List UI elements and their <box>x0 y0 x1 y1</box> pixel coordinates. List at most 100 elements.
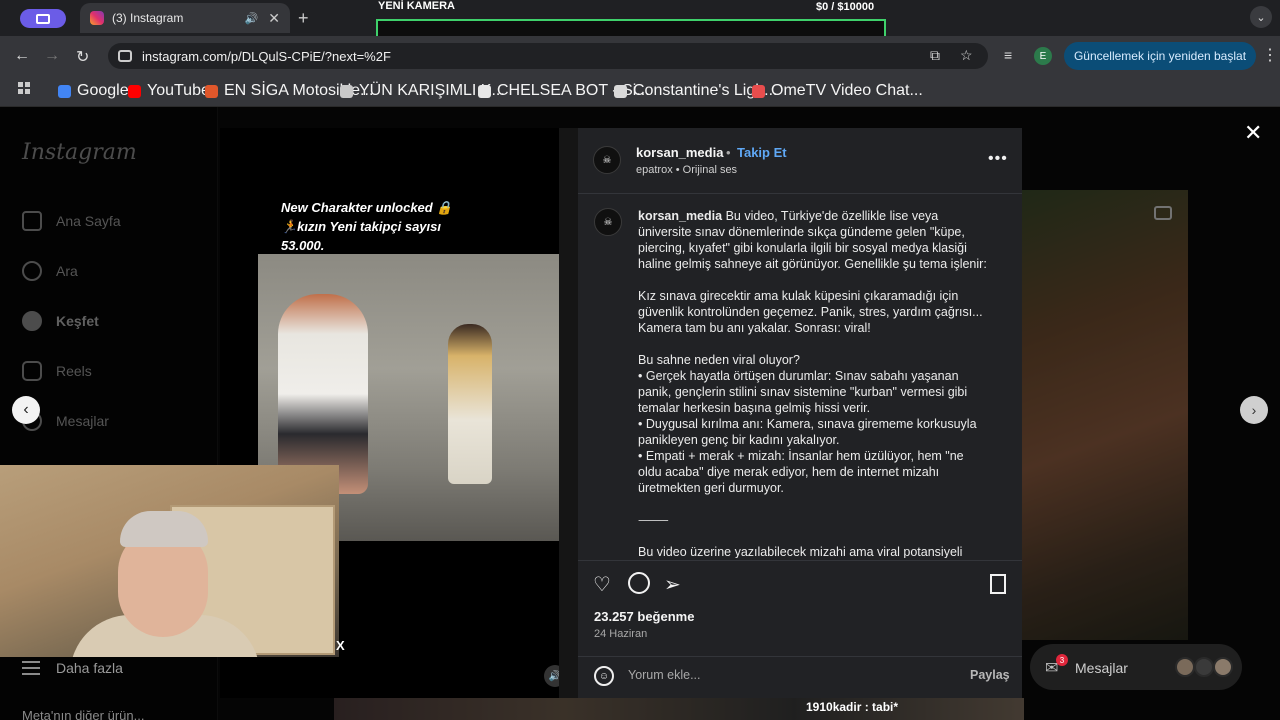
follow-button[interactable]: Takip Et <box>737 145 787 160</box>
comment-icon[interactable] <box>628 572 650 594</box>
apps-grid-icon[interactable] <box>18 82 30 94</box>
bookmark-item[interactable]: OmeTV Video Chat... <box>752 82 923 100</box>
profile-switcher[interactable] <box>20 9 66 28</box>
author-avatar[interactable]: ☠ <box>593 146 621 174</box>
window-icon <box>36 13 50 24</box>
share-send-icon[interactable]: ➢ <box>664 572 681 597</box>
caption-line: oldu acaba" diye merak ediyor, hem de in… <box>638 465 940 479</box>
caption-paragraph: Bu sahne neden viral oluyor? • Gerçek hay… <box>638 352 1000 496</box>
bookmark-item[interactable]: Google <box>58 82 129 100</box>
caption-username[interactable]: korsan_media <box>638 209 722 223</box>
avatar <box>1175 657 1195 677</box>
post-comment-button[interactable]: Paylaş <box>970 668 1010 682</box>
previous-post-button[interactable]: ‹ <box>12 396 40 424</box>
video-caption-line: 🏃kızın Yeni takipçi sayısı <box>281 219 441 234</box>
caption-line: korsan_media Bu video, Türkiye'de özelli… <box>638 208 1000 224</box>
like-heart-icon[interactable]: ♡ <box>593 572 611 597</box>
reading-list-icon[interactable]: ≡ <box>1004 47 1012 63</box>
caption-author-avatar[interactable]: ☠ <box>594 208 622 236</box>
bookmark-favicon-icon <box>340 84 353 98</box>
post-header <box>578 128 1022 194</box>
new-tab-button[interactable]: + <box>298 8 309 29</box>
install-app-icon[interactable]: ⧉ <box>930 47 940 64</box>
close-modal-icon[interactable]: ✕ <box>1244 120 1262 146</box>
chat-overlay-message: 1910kadir : tabi* <box>806 700 899 714</box>
messages-label: Mesajlar <box>1075 660 1128 676</box>
more-options-icon[interactable]: ••• <box>988 150 1008 168</box>
video-person <box>278 294 368 494</box>
bookmark-favicon-icon <box>128 84 141 98</box>
caption-paragraph: korsan_media Bu video, Türkiye'de özelli… <box>638 208 1000 272</box>
post-divider <box>559 128 578 698</box>
caption-paragraph: ⸻ <box>638 512 1000 528</box>
browser-menu-icon[interactable]: ⋮ <box>1262 45 1278 65</box>
post-date: 24 Haziran <box>594 628 648 640</box>
caption-line: • Gerçek hayatla örtüşen durumlar: Sınav… <box>638 369 959 383</box>
webcam-close-icon: X <box>336 638 345 653</box>
webcam-person <box>120 511 208 547</box>
reload-icon[interactable]: ↻ <box>76 47 89 67</box>
caption-paragraph: Bu video üzerine yazılabilecek mizahi am… <box>638 544 1000 558</box>
caption-line: güvenlik kontrolünden geçemez. Panik, st… <box>638 305 983 319</box>
like-count[interactable]: 23.257 beğenme <box>594 609 694 624</box>
instagram-favicon-icon <box>90 11 104 25</box>
bookmark-label: OmeTV Video Chat... <box>771 82 923 99</box>
caption-line: haline gelmiş sahneye ait görünüyor. Gen… <box>638 257 987 271</box>
caption-line: Kamera tam bu anı yakalar. Sonrası: vira… <box>638 321 871 335</box>
bookmark-favicon-icon <box>478 84 491 98</box>
webcam-overlay <box>0 465 339 657</box>
caption-line: panik, gençlerin stilini sınav sistemine… <box>638 385 968 399</box>
video-caption-line: New Charakter unlocked 🔒 <box>281 200 453 215</box>
caption-line: ⸻ <box>638 513 669 527</box>
caption-text: Bu video, Türkiye'de özellikle lise veya <box>725 209 939 223</box>
tab-title: (3) Instagram <box>112 11 184 25</box>
caption-line: üniversite sınav dönemlerinde sıkça günd… <box>638 225 965 239</box>
bookmark-label: YouTube <box>147 82 210 99</box>
bookmark-favicon-icon <box>614 84 627 98</box>
sidebar-item-meta[interactable]: Meta'nın diğer ürün... <box>22 708 144 720</box>
next-post-button[interactable]: › <box>1240 396 1268 424</box>
bookmark-label: Google <box>77 82 129 99</box>
video-person <box>448 324 492 484</box>
avatar <box>1213 657 1233 677</box>
close-tab-icon[interactable]: ✕ <box>268 10 280 27</box>
save-bookmark-icon[interactable] <box>990 574 1006 594</box>
address-bar[interactable]: instagram.com/p/DLQulS-CPiE/?next=%2F <box>108 43 988 69</box>
comment-input[interactable] <box>628 668 948 682</box>
update-restart-button[interactable]: Güncellemek için yeniden başlat <box>1064 42 1256 70</box>
forward-arrow-icon[interactable]: → <box>44 47 60 65</box>
caption-paragraph: Kız sınava girecektir ama kulak küpesini… <box>638 288 1000 336</box>
tab-search-button[interactable]: ⌄ <box>1250 6 1272 28</box>
bookmark-favicon-icon <box>752 84 765 98</box>
post-caption: korsan_media Bu video, Türkiye'de özelli… <box>638 208 1000 558</box>
stream-overlay-money: $0 / $10000 <box>816 1 875 13</box>
caption-line: üretmekten geri durmuyor. <box>638 481 784 495</box>
bookmark-favicon-icon <box>58 84 71 98</box>
bookmark-favicon-icon <box>205 84 218 98</box>
bookmark-item[interactable]: YouTube <box>128 82 210 100</box>
unread-badge: 3 <box>1056 654 1068 666</box>
stream-overlay-title: YENİ KAMERA <box>378 0 456 12</box>
sidebar-item-label: Daha fazla <box>56 660 123 676</box>
video-caption: New Charakter unlocked 🔒 🏃kızın Yeni tak… <box>281 198 491 255</box>
separator-dot: • <box>726 145 731 160</box>
caption-line: • Empati + merak + mizah: İnsanlar hem ü… <box>638 449 964 463</box>
back-arrow-icon[interactable]: ← <box>14 47 30 65</box>
video-caption-line: 53.000. <box>281 238 325 253</box>
emoji-icon[interactable]: ☺ <box>594 666 614 686</box>
avatar <box>1194 657 1214 677</box>
speaker-icon[interactable]: 🔊 <box>245 12 259 25</box>
sidebar-item-more[interactable]: Daha fazla <box>22 660 123 676</box>
menu-icon <box>22 661 40 675</box>
caption-line: Kız sınava girecektir ama kulak küpesini… <box>638 289 959 303</box>
screen: (3) Instagram 🔊 ✕ + YENİ KAMERA $0 / $10… <box>0 0 1280 720</box>
caption-line: • Duygusal kırılma anı: Kamera, sınava g… <box>638 417 977 431</box>
url-text: instagram.com/p/DLQulS-CPiE/?next=%2F <box>142 48 391 64</box>
browser-tab-instagram[interactable]: (3) Instagram 🔊 ✕ <box>80 3 290 33</box>
bookmark-star-icon[interactable]: ☆ <box>960 47 973 64</box>
profile-avatar[interactable]: E <box>1034 47 1052 65</box>
caption-line: temalar herkesin başına gelmiş hissi ver… <box>638 401 871 415</box>
author-username[interactable]: korsan_media <box>636 145 723 160</box>
audio-label[interactable]: epatrox • Orijinal ses <box>636 164 737 176</box>
site-info-icon[interactable] <box>118 50 132 62</box>
